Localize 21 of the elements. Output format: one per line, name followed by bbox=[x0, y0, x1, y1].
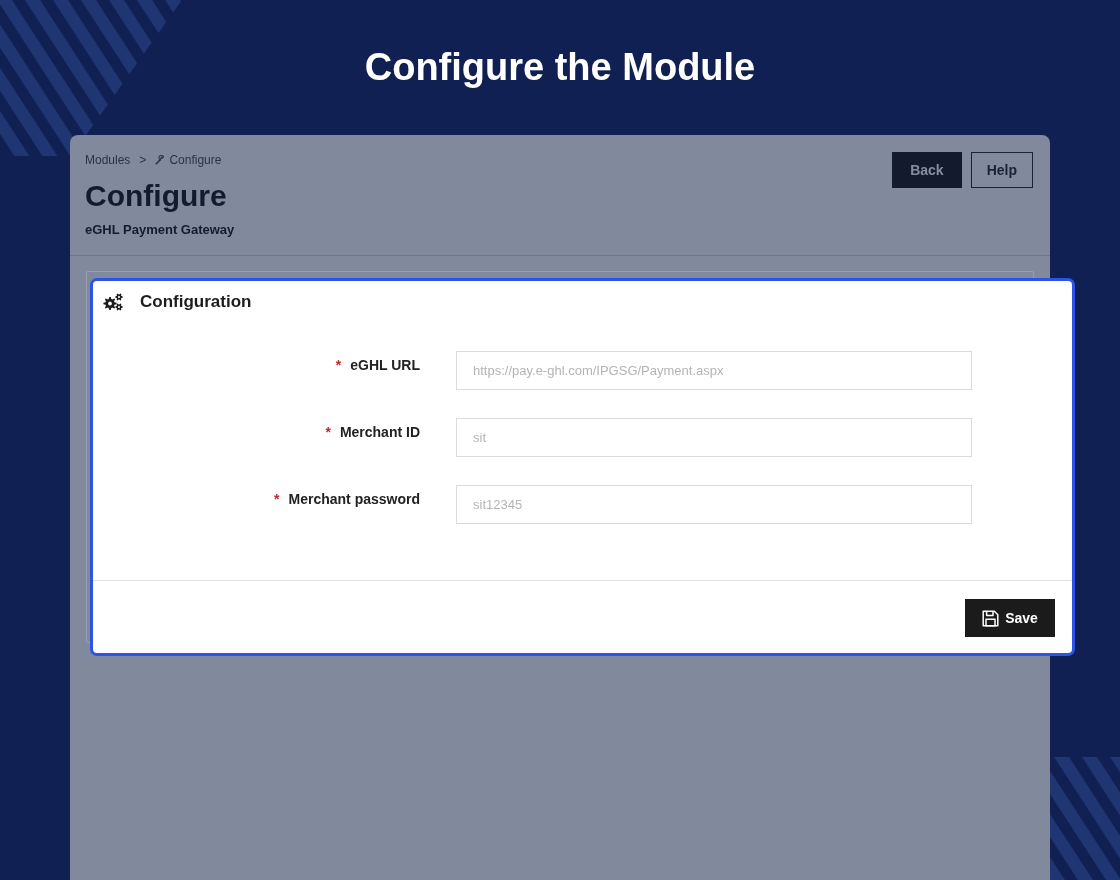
breadcrumb-separator: > bbox=[139, 152, 147, 168]
gears-icon bbox=[103, 293, 123, 311]
required-mark: * bbox=[335, 356, 342, 375]
text-field[interactable]: https://pay.e-ghl.com/IPGSG/Payment.aspx bbox=[456, 351, 972, 390]
required-mark: * bbox=[274, 490, 280, 509]
breadcrumb-current: Configure bbox=[169, 152, 222, 168]
field-label: Merchant password bbox=[288, 490, 420, 509]
save-button[interactable]: Save bbox=[965, 599, 1055, 637]
text-field[interactable]: sit12345 bbox=[456, 485, 972, 524]
page-heading: Configure bbox=[85, 178, 228, 214]
help-button[interactable]: Help bbox=[970, 152, 1033, 188]
text-field[interactable]: sit bbox=[456, 418, 972, 457]
card-title: Configuration bbox=[140, 291, 252, 313]
required-mark: * bbox=[325, 423, 331, 442]
wrench-icon bbox=[155, 155, 166, 165]
back-button[interactable]: Back bbox=[892, 152, 962, 188]
field-label: Merchant ID bbox=[339, 423, 420, 442]
page-title: Configure the Module bbox=[364, 44, 756, 90]
breadcrumb-link[interactable]: Modules bbox=[85, 152, 131, 168]
page-subtitle: eGHL Payment Gateway bbox=[85, 221, 235, 239]
field-label: eGHL URL bbox=[350, 356, 420, 375]
